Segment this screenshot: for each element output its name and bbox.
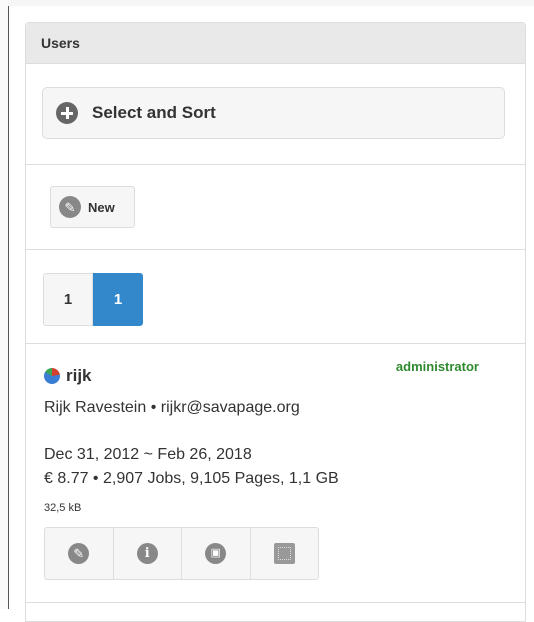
- window-top-edge: [8, 0, 534, 6]
- bag-icon: ▣: [205, 543, 227, 564]
- page-current-button[interactable]: 1: [93, 273, 143, 326]
- page-first-button[interactable]: 1: [43, 273, 93, 326]
- new-button-label: New: [88, 199, 115, 215]
- info-icon: i: [136, 543, 158, 564]
- user-action-bar: ✎ i ▣: [44, 527, 319, 580]
- toolbar-section: ✎ New: [26, 165, 525, 250]
- panel-title: Users: [26, 23, 525, 64]
- edit-icon: ✎: [68, 543, 90, 564]
- user-stats: € 8.77 • 2,907 Jobs, 9,105 Pages, 1,1 GB: [44, 470, 339, 487]
- plus-circle-icon: [56, 102, 78, 124]
- user-name-email: Rijk Ravestein • rijkr@savapage.org: [44, 399, 300, 416]
- user-date-range: Dec 31, 2012 ~ Feb 26, 2018: [44, 446, 252, 463]
- users-panel: Users Select and Sort ✎ New 1 1 rijk adm…: [25, 22, 526, 622]
- pagination: 1 1: [43, 273, 143, 326]
- user-id-row: rijk: [44, 366, 92, 386]
- select-and-sort-label: Select and Sort: [92, 103, 216, 122]
- user-list-item: rijk administrator Rijk Ravestein • rijk…: [26, 344, 525, 604]
- role-badge: administrator: [395, 359, 479, 374]
- pager-section: 1 1: [26, 250, 525, 344]
- select-and-sort-collapsible[interactable]: Select and Sort: [42, 87, 505, 139]
- new-user-button[interactable]: ✎ New: [50, 186, 135, 228]
- select-sort-section: Select and Sort: [26, 64, 525, 165]
- user-id: rijk: [66, 366, 92, 385]
- user-more-button[interactable]: [251, 528, 319, 579]
- user-size: 32,5 kB: [44, 502, 82, 514]
- pencil-icon: ✎: [59, 196, 81, 218]
- user-bag-button[interactable]: ▣: [182, 528, 251, 579]
- user-info-button[interactable]: i: [114, 528, 182, 579]
- pie-chart-icon: [44, 368, 60, 384]
- edit-user-button[interactable]: ✎: [45, 528, 114, 579]
- window-left-edge: [0, 0, 9, 609]
- divider: [25, 602, 526, 603]
- dotted-square-icon: [273, 543, 295, 564]
